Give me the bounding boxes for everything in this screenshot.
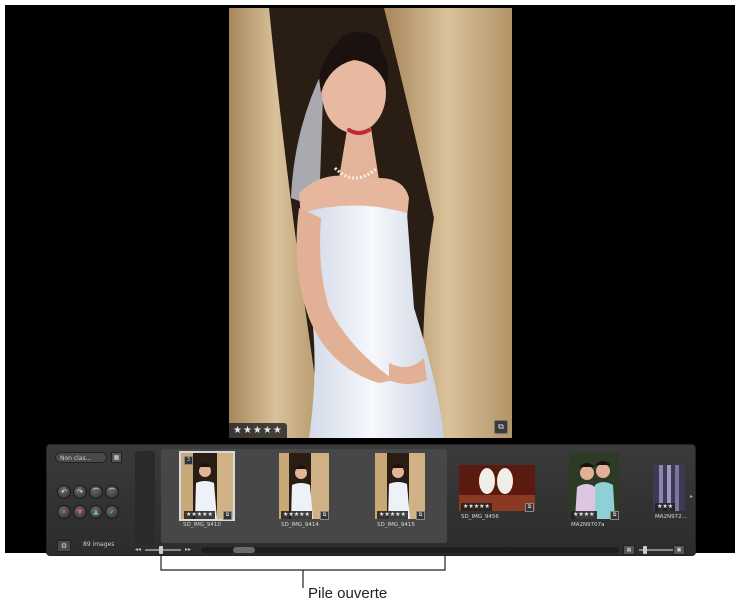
thumbnail-rating[interactable]: ★★★★★ bbox=[461, 503, 492, 511]
thumbnail-name: SD_IMG_9415 bbox=[377, 522, 415, 528]
thumbnail-rating[interactable]: ★★★★ bbox=[571, 511, 597, 519]
thumbnail-image[interactable] bbox=[569, 453, 619, 519]
thumbnail-rating[interactable]: ★★★★★ bbox=[281, 511, 312, 519]
thumbnail-name: SD_IMG_9414 bbox=[281, 522, 319, 528]
thumbnail-image[interactable] bbox=[279, 453, 329, 519]
zoom-slider-thumb[interactable] bbox=[643, 546, 647, 554]
remove-icon[interactable]: ✕ bbox=[57, 505, 71, 519]
thumbnail-graphic bbox=[375, 453, 425, 519]
thumbnail-name: MA2N9707a bbox=[571, 522, 605, 528]
thumbnail-rating[interactable]: ★★★ bbox=[655, 503, 676, 511]
thumbnail-badge-icon[interactable]: ⧉ bbox=[610, 511, 619, 520]
thumbnail-badge-icon[interactable]: ⧉ bbox=[223, 511, 232, 520]
pick-icon[interactable]: ⌒ bbox=[89, 485, 103, 499]
decrease-rating-icon[interactable]: ▼ bbox=[73, 505, 87, 519]
thumbnail-badge-icon[interactable]: ⧉ bbox=[320, 511, 329, 520]
stack-slider-track[interactable] bbox=[145, 549, 181, 551]
thumbnail-graphic bbox=[279, 453, 329, 519]
thumbnail-graphic bbox=[569, 453, 619, 519]
callout-bracket bbox=[160, 554, 446, 588]
main-photo-rating[interactable]: ★★★★★ bbox=[229, 423, 287, 438]
bride-photo-graphic bbox=[229, 8, 512, 438]
filter-options-icon[interactable]: ▦ bbox=[111, 452, 122, 463]
thumbnail-name: SD_IMG_9456 bbox=[461, 514, 499, 520]
full-view-icon[interactable]: ▣ bbox=[673, 545, 685, 555]
main-photo-stack-icon[interactable]: ⧉ bbox=[494, 420, 508, 434]
increase-rating-icon[interactable]: ▲ bbox=[89, 505, 103, 519]
rotate-left-icon[interactable]: ↶ bbox=[57, 485, 71, 499]
stack-count-badge[interactable]: 3 bbox=[184, 456, 193, 465]
approve-icon[interactable]: ✓ bbox=[105, 505, 119, 519]
thumbnail-rating[interactable]: ★★★★★ bbox=[377, 511, 408, 519]
thumbnail-image[interactable] bbox=[375, 453, 425, 519]
collapse-stack-left-icon[interactable]: ◂◂ bbox=[135, 546, 141, 553]
thumbnail-rating[interactable]: ★★★★★ bbox=[184, 511, 215, 519]
grid-view-icon[interactable]: ▦ bbox=[623, 545, 635, 555]
rotate-right-icon[interactable]: ↷ bbox=[73, 485, 87, 499]
thumbnail-badge-icon[interactable]: ⧉ bbox=[416, 511, 425, 520]
thumbnail-badge-icon[interactable]: ⧉ bbox=[525, 503, 534, 512]
scroll-right-arrow-icon[interactable]: ▸ bbox=[690, 493, 693, 500]
thumbnail-name: SD_IMG_9410 bbox=[183, 522, 221, 528]
main-photo[interactable]: ★★★★★ ⧉ bbox=[229, 8, 512, 438]
browser-divider bbox=[135, 451, 155, 545]
reject-icon[interactable]: ⌒ bbox=[105, 485, 119, 499]
thumbnail-name: MA2N972... bbox=[655, 514, 687, 520]
browser-tools: Non clas... ▦ ↶ ↷ ⌒ ⌒ ✕ ▼ ▲ ✓ ⚙ 89 image… bbox=[47, 445, 133, 555]
rating-filter-popup[interactable]: Non clas... bbox=[55, 452, 107, 463]
filmstrip-browser: Non clas... ▦ ↶ ↷ ⌒ ⌒ ✕ ▼ ▲ ✓ ⚙ 89 image… bbox=[46, 444, 696, 556]
callout-label: Pile ouverte bbox=[308, 585, 388, 602]
